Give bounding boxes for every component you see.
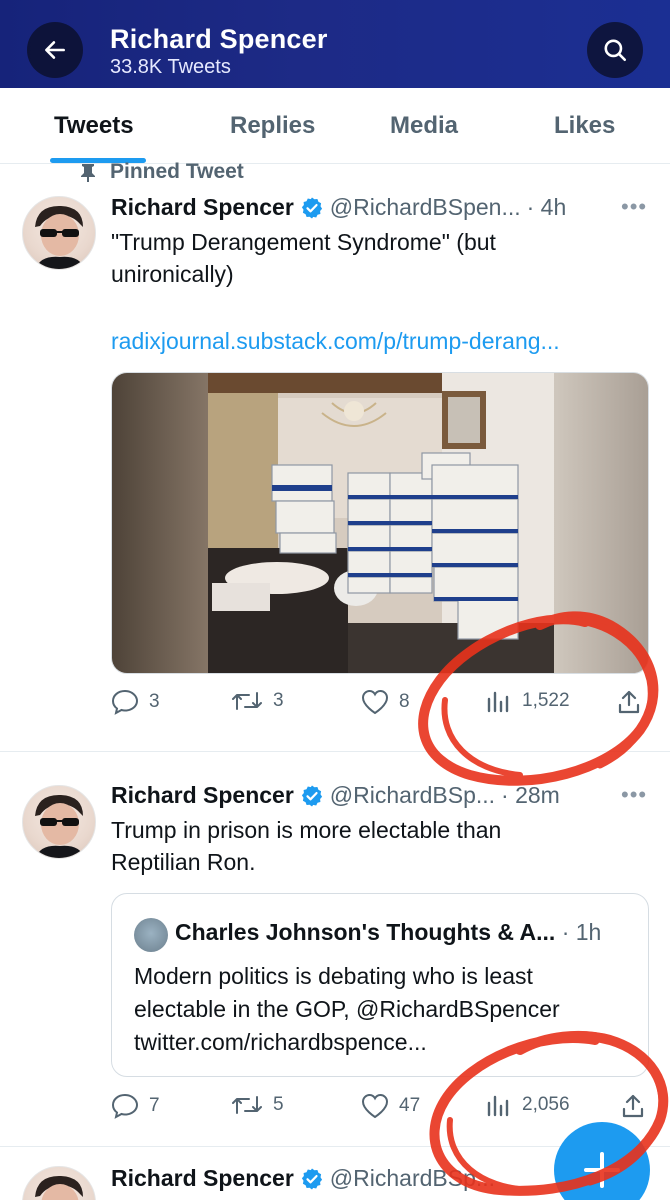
like-button[interactable]: 47 [361, 1093, 420, 1119]
view-count: 2,056 [522, 1094, 570, 1115]
avatar[interactable] [22, 785, 96, 859]
share-button[interactable] [617, 689, 641, 715]
tweet-author-line: Richard Spencer @RichardBSp... [111, 1165, 495, 1192]
reply-count: 3 [149, 691, 160, 712]
tab-media[interactable]: Media [390, 112, 458, 140]
views-icon [487, 691, 509, 713]
tweet-count: 33.8K Tweets [110, 56, 231, 78]
tweet-text-line: Trump in prison is more electable than [111, 817, 502, 843]
heart-icon [361, 689, 389, 715]
tweet-text-line: "Trump Derangement Syndrome" (but [111, 229, 496, 255]
share-button[interactable] [621, 1093, 645, 1119]
verified-badge-icon [301, 197, 322, 218]
avatar[interactable] [22, 1166, 96, 1200]
quoted-text-line: twitter.com/richardbspence... [134, 1029, 427, 1055]
avatar-photo [35, 1175, 83, 1200]
share-icon [622, 1094, 644, 1118]
reply-icon [111, 1093, 139, 1119]
compose-plus-icon [584, 1152, 620, 1188]
quoted-time: · 1h [561, 919, 602, 945]
tweet-actions: 3 3 8 1,522 [111, 689, 641, 719]
view-count: 1,522 [522, 690, 570, 711]
avatar-photo [35, 205, 85, 269]
compose-tweet-button[interactable] [554, 1122, 650, 1200]
tweet-text: "Trump Derangement Syndrome" (but uniron… [111, 226, 631, 290]
search-button[interactable] [587, 22, 643, 78]
tab-tweets[interactable]: Tweets [54, 112, 134, 140]
pinned-text: Pinned Tweet [110, 160, 244, 183]
reply-button[interactable]: 7 [111, 1093, 160, 1119]
author-handle[interactable]: @RichardBSp... [330, 782, 495, 809]
tweet-divider [0, 751, 670, 752]
verified-badge-icon [301, 1168, 322, 1189]
reply-count: 7 [149, 1095, 160, 1116]
quoted-author-line: Charles Johnson's Thoughts & A... · 1h [175, 919, 601, 946]
author-name[interactable]: Richard Spencer [111, 194, 294, 221]
retweet-icon [232, 1096, 262, 1114]
tab-likes[interactable]: Likes [554, 112, 615, 140]
like-count: 8 [399, 691, 410, 712]
retweet-count: 3 [273, 690, 284, 711]
tweet-link[interactable]: radixjournal.substack.com/p/trump-derang… [111, 328, 560, 355]
avatar[interactable] [22, 196, 96, 270]
more-options-button[interactable]: ••• [621, 782, 647, 808]
like-count: 47 [399, 1095, 421, 1116]
retweet-icon [232, 692, 262, 710]
verified-badge-icon [301, 785, 322, 806]
tweet-image[interactable] [111, 372, 649, 674]
boxes-in-bathroom-photo [112, 373, 648, 673]
tweet-author-line: Richard Spencer @RichardBSpen... · 4h [111, 194, 566, 221]
avatar-photo [35, 794, 85, 858]
views-button[interactable]: 1,522 [486, 689, 570, 713]
author-name[interactable]: Richard Spencer [111, 1165, 294, 1192]
retweet-button[interactable]: 5 [231, 1093, 284, 1117]
quoted-tweet[interactable]: Charles Johnson's Thoughts & A... · 1h M… [111, 893, 649, 1077]
profile-name: Richard Spencer [110, 24, 328, 54]
quoted-avatar [134, 918, 168, 952]
more-options-button[interactable]: ••• [621, 194, 647, 220]
pin-icon [81, 164, 95, 182]
tweet-text-line: Reptilian Ron. [111, 849, 256, 875]
tweet-actions: 7 5 47 2,056 [111, 1093, 644, 1123]
quoted-text-line: electable in the GOP, @RichardBSpencer [134, 996, 560, 1022]
retweet-count: 5 [273, 1094, 284, 1115]
tweet-text-line: unironically) [111, 261, 234, 287]
pinned-label: Pinned Tweet [80, 160, 244, 184]
quoted-text: Modern politics is debating who is least… [134, 960, 634, 1059]
tweet-time: · 4h [526, 194, 567, 220]
reply-icon [111, 689, 139, 715]
heart-icon [361, 1093, 389, 1119]
quoted-text-line: Modern politics is debating who is least [134, 963, 533, 989]
back-button[interactable] [27, 22, 83, 78]
author-handle[interactable]: @RichardBSpen... [330, 194, 521, 221]
author-name[interactable]: Richard Spencer [111, 782, 294, 809]
views-icon [487, 1095, 509, 1117]
share-icon [618, 690, 640, 714]
author-handle[interactable]: @RichardBSp... [330, 1165, 495, 1192]
retweet-button[interactable]: 3 [231, 689, 284, 713]
tweet-time: · 28m [501, 782, 560, 808]
profile-header: Richard Spencer 33.8K Tweets [0, 0, 670, 88]
tweet-author-line: Richard Spencer @RichardBSp... · 28m [111, 782, 560, 809]
search-icon [604, 39, 627, 62]
tweet-text: Trump in prison is more electable than R… [111, 814, 631, 878]
reply-button[interactable]: 3 [111, 689, 160, 715]
quoted-author-name: Charles Johnson's Thoughts & A... [175, 919, 556, 945]
profile-tabs: Tweets Replies Media Likes [0, 88, 670, 164]
like-button[interactable]: 8 [361, 689, 410, 715]
tab-replies[interactable]: Replies [230, 112, 315, 140]
views-button[interactable]: 2,056 [486, 1093, 570, 1117]
arrow-left-icon [45, 41, 65, 59]
